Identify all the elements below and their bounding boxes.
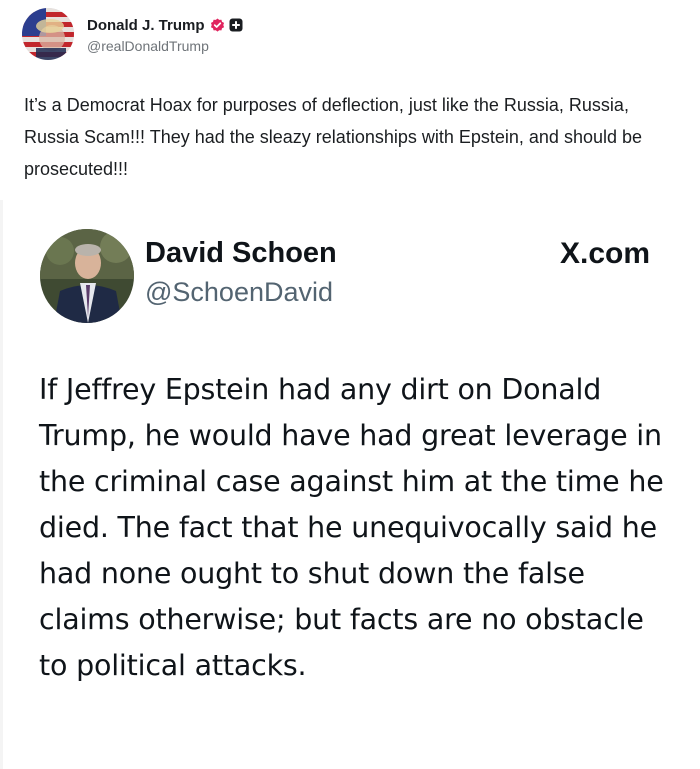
author-name[interactable]: Donald J. Trump (87, 17, 205, 34)
author-handle[interactable]: @realDonaldTrump (87, 38, 243, 54)
verified-badge-icon (210, 17, 225, 33)
post-header: Donald J. Trump @realDonaldTrump (22, 8, 243, 60)
embedded-x-post[interactable]: David Schoen @SchoenDavid X.com If Jeffr… (4, 207, 694, 767)
embed-body-text: If Jeffrey Epstein had any dirt on Donal… (39, 373, 664, 682)
truth-social-post: Donald J. Trump @realDonaldTrump It’s a … (0, 0, 700, 769)
left-border (0, 200, 3, 769)
embed-author-handle: @SchoenDavid (145, 277, 334, 307)
plus-badge-icon (229, 18, 243, 32)
author-name-row: Donald J. Trump (87, 14, 243, 36)
author-block: Donald J. Trump @realDonaldTrump (87, 14, 243, 54)
author-avatar[interactable] (22, 8, 74, 60)
embed-author-name: David Schoen (145, 237, 337, 269)
portrait-icon (40, 229, 134, 323)
flag-portrait-icon (22, 8, 74, 60)
x-com-source-label[interactable]: X.com (560, 237, 650, 271)
embed-author-avatar (40, 229, 134, 323)
post-body-text: It’s a Democrat Hoax for purposes of def… (24, 95, 643, 179)
